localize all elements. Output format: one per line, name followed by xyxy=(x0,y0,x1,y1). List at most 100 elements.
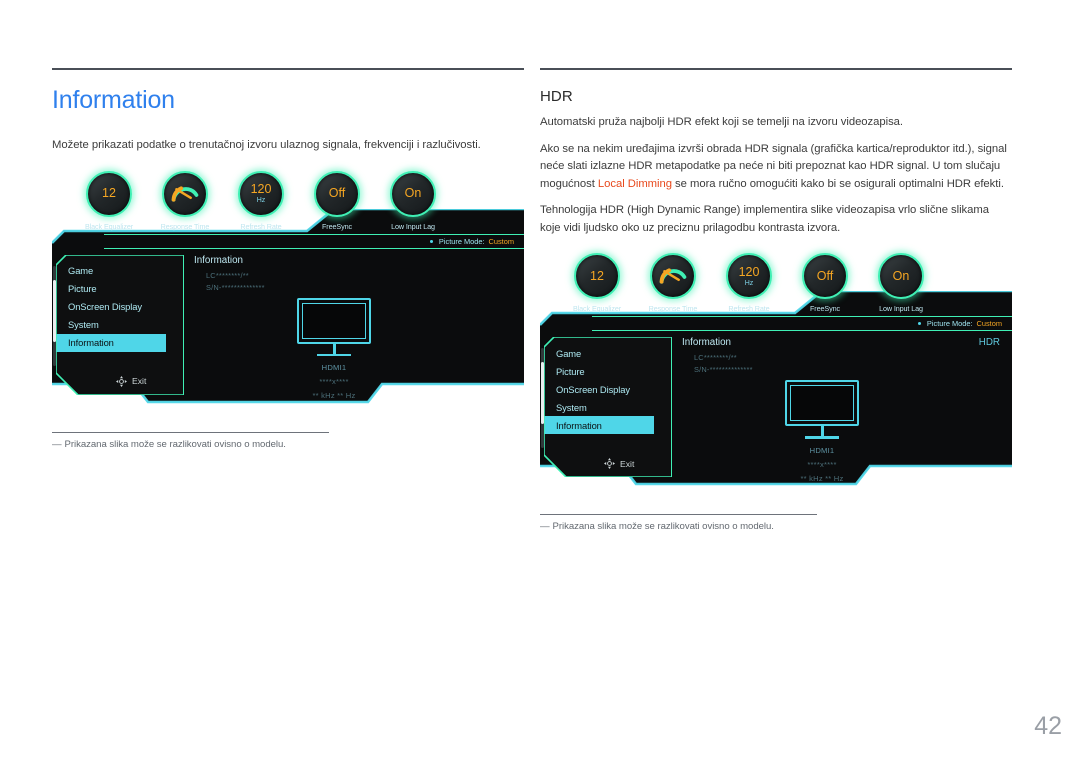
knob-value: 12 xyxy=(102,186,116,201)
osd-scrollbar[interactable] xyxy=(53,265,56,366)
knob-unit: Hz xyxy=(744,279,754,287)
knob-low-input-lag[interactable]: On Low Input Lag xyxy=(872,253,930,313)
sidebar-item-picture[interactable]: Picture xyxy=(544,362,671,380)
exit-button[interactable]: Exit xyxy=(604,458,634,469)
exit-button[interactable]: Exit xyxy=(116,375,146,387)
knob-label: FreeSync xyxy=(810,304,840,313)
picture-mode-label: Picture Mode: xyxy=(926,319,973,328)
right-footnote: ― Prikazana slika može se razlikovati ovi… xyxy=(540,521,1012,532)
knob-label: Response Time xyxy=(648,304,698,313)
osd-menu-list: Game Picture OnScreen Display System Inf… xyxy=(544,337,672,477)
sidebar-item-onscreen-display[interactable]: OnScreen Display xyxy=(544,380,671,398)
sidebar-item-information[interactable]: Information xyxy=(544,416,654,434)
section-divider xyxy=(52,68,524,70)
osd-content-title: Information xyxy=(194,254,244,266)
hdr-paragraph-3: Tehnologija HDR (High Dynamic Range) imp… xyxy=(540,204,989,234)
gauge-icon xyxy=(659,268,687,284)
picture-mode-value: Custom xyxy=(488,236,514,246)
knob-dial: 120 Hz xyxy=(726,253,772,299)
knob-label: Response Time xyxy=(160,221,210,231)
knob-freesync[interactable]: Off FreeSync xyxy=(308,170,366,231)
knob-label: Refresh Rate xyxy=(240,221,282,231)
osd-content-header: Information xyxy=(194,255,516,266)
knob-dial: 12 xyxy=(86,170,132,217)
dpad-icon xyxy=(116,375,127,387)
picture-mode-label: Picture Mode: xyxy=(438,236,485,246)
osd-screenshot-left: 12 Black Equalizer Response Time 120 Hz … xyxy=(52,170,524,418)
knob-dial xyxy=(162,170,208,217)
knob-response-time[interactable]: Response Time xyxy=(644,253,702,313)
hdr-p2-part2: se mora ručno omogućiti kako bi se osigu… xyxy=(671,177,1004,190)
knob-black-equalizer[interactable]: 12 Black Equalizer xyxy=(80,170,138,231)
osd-scrollbar[interactable] xyxy=(541,348,544,448)
knob-freesync[interactable]: Off FreeSync xyxy=(796,253,854,313)
section-divider xyxy=(540,68,1012,70)
left-column: Information Možete prikazati podatke o t… xyxy=(52,68,524,450)
knob-value: On xyxy=(404,186,422,201)
osd-model-line: LC********/** xyxy=(206,270,249,280)
osd-knob-row: 12 Black Equalizer Response Time 120 Hz … xyxy=(80,170,442,231)
osd-resolution-label: ****x**** xyxy=(319,377,349,386)
monitor-graphic: HDMI1 ****x**** ** kHz ** Hz xyxy=(234,297,434,400)
knob-label: Black Equalizer xyxy=(572,304,622,313)
knob-black-equalizer[interactable]: 12 Black Equalizer xyxy=(568,253,626,313)
bullet-icon xyxy=(917,322,921,325)
right-footnote-block: ― Prikazana slika može se razlikovati ovi… xyxy=(540,514,1012,532)
knob-dial: On xyxy=(390,170,436,217)
page-number: 42 xyxy=(1034,712,1062,740)
knob-value: Off xyxy=(816,268,834,283)
osd-menu-list: Game Picture OnScreen Display System Inf… xyxy=(56,254,184,395)
osd-resolution-label: ****x**** xyxy=(807,459,837,469)
monitor-neck xyxy=(332,343,336,354)
left-intro-text: Možete prikazati podatke o trenutačnoj i… xyxy=(52,139,481,151)
monitor-screen-icon xyxy=(297,297,371,344)
hdr-title: HDR xyxy=(540,88,573,105)
knob-dial: 120 Hz xyxy=(238,170,284,217)
knob-dial: Off xyxy=(802,253,848,299)
monitor-screen-inner xyxy=(790,385,854,421)
osd-content-hdr-badge: HDR xyxy=(978,337,1000,348)
monitor-base xyxy=(805,436,839,439)
osd-serial-line: S/N-************** xyxy=(694,365,753,374)
osd-scrollbar-thumb[interactable] xyxy=(53,279,56,342)
knob-value: 12 xyxy=(590,268,604,283)
footnote-text: Prikazana slika može se razlikovati ovis… xyxy=(64,438,286,450)
sidebar-item-onscreen-display[interactable]: OnScreen Display xyxy=(56,298,183,316)
hdr-paragraph-1: Automatski pruža najbolji HDR efekt koji… xyxy=(540,116,903,128)
sidebar-item-information[interactable]: Information xyxy=(56,333,166,352)
sidebar-item-system[interactable]: System xyxy=(56,316,183,334)
hdr-paragraph-2: Ako se na nekim uređajima izvrši obrada … xyxy=(540,141,1012,194)
dpad-icon xyxy=(604,458,615,469)
osd-serial-line: S/N-************** xyxy=(206,282,265,292)
osd-content-pane: Information HDR LC********/** S/N-******… xyxy=(682,337,1004,483)
sidebar-item-game[interactable]: Game xyxy=(56,262,183,280)
knob-refresh-rate[interactable]: 120 Hz Refresh Rate xyxy=(720,253,778,313)
sidebar-item-system[interactable]: System xyxy=(544,398,671,416)
osd-source-label: HDMI1 xyxy=(809,445,835,455)
knob-label: Black Equalizer xyxy=(84,221,134,231)
knob-unit: Hz xyxy=(256,197,266,204)
footnote-divider xyxy=(540,514,817,515)
footnote-text: Prikazana slika može se razlikovati ovis… xyxy=(552,521,774,532)
knob-value: Off xyxy=(328,186,346,201)
osd-screenshot-right: 12 Black Equalizer Response Time 120 Hz … xyxy=(540,253,1012,500)
local-dimming-highlight: Local Dimming xyxy=(597,177,672,190)
sidebar-item-game[interactable]: Game xyxy=(544,344,671,362)
knob-dial: Off xyxy=(314,170,360,217)
knob-response-time[interactable]: Response Time xyxy=(156,170,214,231)
knob-refresh-rate[interactable]: 120 Hz Refresh Rate xyxy=(232,170,290,231)
page-title: Information xyxy=(52,86,175,114)
osd-scrollbar-thumb[interactable] xyxy=(541,362,544,424)
knob-low-input-lag[interactable]: On Low Input Lag xyxy=(384,170,442,231)
osd-frequency-label: ** kHz ** Hz xyxy=(312,391,356,400)
knob-dial: 12 xyxy=(574,253,620,299)
monitor-base xyxy=(317,353,351,356)
gauge-icon xyxy=(171,185,199,202)
osd-content-title: Information xyxy=(682,337,732,348)
left-footnote-block: ― Prikazana slika može se razlikovati ovi… xyxy=(52,431,524,450)
knob-dial: On xyxy=(878,253,924,299)
knob-label: Low Input Lag xyxy=(879,304,923,313)
osd-model-line: LC********/** xyxy=(694,353,737,362)
monitor-screen-inner xyxy=(302,302,366,339)
sidebar-item-picture[interactable]: Picture xyxy=(56,280,183,298)
